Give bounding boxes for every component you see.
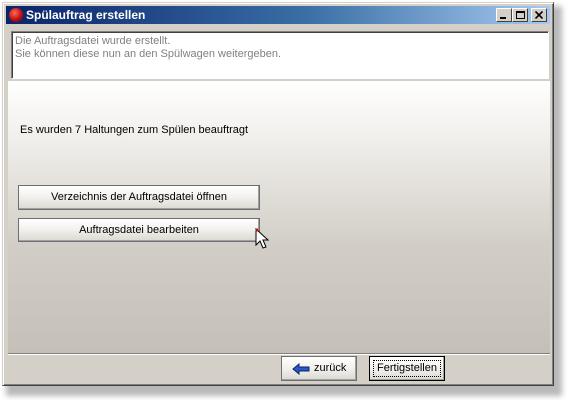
mouse-pointer-icon bbox=[255, 228, 270, 249]
arrow-left-icon bbox=[292, 363, 310, 375]
close-icon bbox=[535, 11, 544, 19]
close-button[interactable] bbox=[531, 8, 547, 22]
back-label: zurück bbox=[314, 362, 347, 374]
edit-file-button[interactable]: Auftragsdatei bearbeiten bbox=[18, 218, 260, 242]
button-bar: zurück Fertigstellen bbox=[8, 353, 550, 383]
window-title: Spülauftrag erstellen bbox=[26, 8, 146, 22]
maximize-button[interactable] bbox=[512, 8, 528, 22]
minimize-icon bbox=[500, 17, 506, 19]
finish-button[interactable]: Fertigstellen bbox=[369, 356, 445, 381]
wizard-window: Spülauftrag erstellen Die Auftragsdatei … bbox=[2, 2, 554, 386]
open-folder-button[interactable]: Verzeichnis der Auftragsdatei öffnen bbox=[18, 185, 260, 210]
finish-label: Fertigstellen bbox=[373, 360, 441, 377]
info-line-created: Die Auftragsdatei wurde erstellt. bbox=[15, 35, 171, 47]
maximize-icon bbox=[516, 11, 525, 19]
status-message: Es wurden 7 Haltungen zum Spülen beauftr… bbox=[20, 124, 249, 136]
content-area: Es wurden 7 Haltungen zum Spülen beauftr… bbox=[8, 81, 550, 353]
app-icon[interactable] bbox=[9, 8, 23, 22]
title-bar[interactable]: Spülauftrag erstellen bbox=[6, 6, 550, 24]
info-panel: Die Auftragsdatei wurde erstellt. Sie kö… bbox=[11, 31, 549, 79]
back-button[interactable]: zurück bbox=[281, 356, 357, 381]
info-line-handover: Sie können diese nun an den Spülwagen we… bbox=[15, 48, 282, 60]
minimize-button[interactable] bbox=[496, 8, 512, 22]
